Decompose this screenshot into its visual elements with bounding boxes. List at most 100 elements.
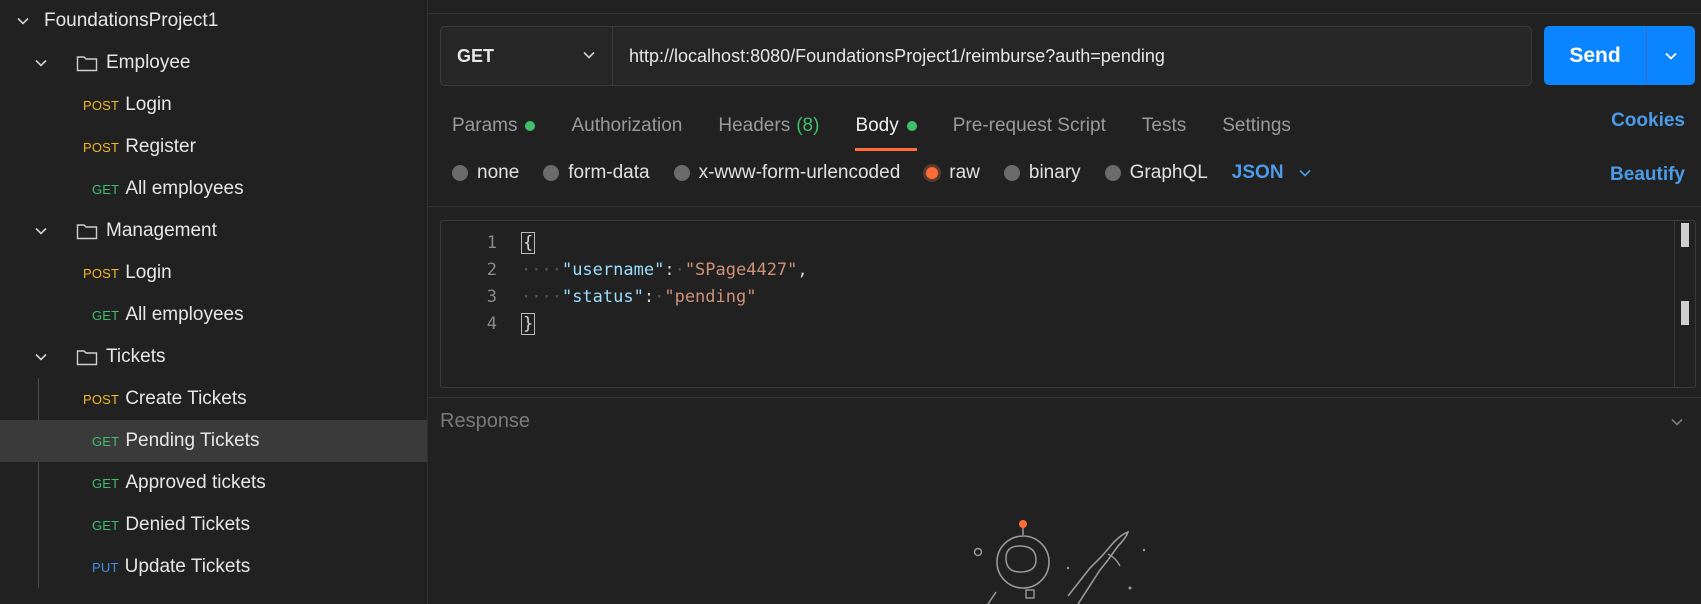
folder-icon xyxy=(76,222,98,240)
method-value: GET xyxy=(457,45,495,66)
tab-label: Settings xyxy=(1222,115,1291,136)
tab-label: Pre-request Script xyxy=(952,115,1106,136)
sidebar-item-employee-register[interactable]: POST Register xyxy=(0,126,427,168)
folder-employee[interactable]: Employee xyxy=(0,42,427,84)
cookies-link[interactable]: Cookies xyxy=(1611,110,1685,132)
sidebar-item-management-all[interactable]: GET All employees xyxy=(0,294,427,336)
code-brace: } xyxy=(521,312,536,335)
json-value: "pending" xyxy=(664,286,757,307)
status-dot xyxy=(906,121,917,131)
sidebar-item-update-tickets[interactable]: PUT Update Tickets xyxy=(0,546,427,588)
sidebar-item-denied-tickets[interactable]: GET Denied Tickets xyxy=(0,504,427,546)
headers-count: (8) xyxy=(796,115,820,136)
radio-button[interactable] xyxy=(452,165,468,181)
request-label: Approved tickets xyxy=(125,472,266,493)
chevron-down-icon[interactable] xyxy=(34,350,48,364)
whitespace-marker: ···· xyxy=(521,286,562,307)
method-select[interactable]: GET xyxy=(441,27,613,85)
divider xyxy=(428,397,1701,398)
collection-name: FoundationsProject1 xyxy=(44,10,219,31)
sidebar-item-approved-tickets[interactable]: GET Approved tickets xyxy=(0,462,427,504)
sidebar-item-management-login[interactable]: POST Login xyxy=(0,252,427,294)
tab-settings[interactable]: Settings xyxy=(1222,115,1291,137)
tab-label: Authorization xyxy=(571,115,683,136)
chevron-down-icon xyxy=(582,46,596,67)
chevron-down-icon xyxy=(1665,52,1677,60)
request-panel: GET http://localhost:8080/FoundationsPro… xyxy=(428,0,1701,604)
tab-body[interactable]: Body xyxy=(855,115,918,151)
body-type-selector: none form-data x-www-form-urlencoded raw… xyxy=(452,162,1312,184)
line-number: 4 xyxy=(486,313,497,334)
tab-label: Tests xyxy=(1141,115,1187,136)
folder-label: Management xyxy=(106,220,217,241)
folder-tickets[interactable]: Tickets xyxy=(0,336,427,378)
send-label: Send xyxy=(1569,43,1621,67)
method-badge: POST xyxy=(83,391,120,407)
language-select[interactable]: JSON xyxy=(1232,162,1312,184)
tab-authorization[interactable]: Authorization xyxy=(571,115,682,137)
body-type-raw[interactable]: raw xyxy=(924,162,980,184)
editor-scrollbar[interactable] xyxy=(1674,221,1695,387)
code-line: 2 ····"username":·"SPage4427", xyxy=(441,256,808,283)
method-badge: GET xyxy=(92,475,120,491)
request-label: Denied Tickets xyxy=(125,514,250,535)
send-button[interactable]: Send xyxy=(1544,26,1695,85)
astronaut-rocket-illustration xyxy=(973,520,1146,604)
sidebar-item-employee-all[interactable]: GET All employees xyxy=(0,168,427,210)
body-type-binary[interactable]: binary xyxy=(1003,162,1081,184)
radio-label: raw xyxy=(949,162,980,183)
body-type-none[interactable]: none xyxy=(452,162,519,184)
sidebar-item-pending-tickets[interactable]: GET Pending Tickets xyxy=(0,420,427,462)
collapse-response-button[interactable] xyxy=(1669,414,1685,435)
sidebar-item-employee-login[interactable]: POST Login xyxy=(0,84,427,126)
radio-label: binary xyxy=(1028,162,1081,183)
divider xyxy=(428,13,1701,14)
url-input[interactable]: http://localhost:8080/FoundationsProject… xyxy=(613,46,1165,67)
url-bar: GET http://localhost:8080/FoundationsPro… xyxy=(440,26,1532,86)
response-title: Response xyxy=(440,410,531,432)
collection-row[interactable]: FoundationsProject1 xyxy=(0,0,427,42)
chevron-down-icon[interactable] xyxy=(34,56,48,70)
line-number: 3 xyxy=(486,286,497,307)
radio-label: form-data xyxy=(568,162,650,183)
sidebar: FoundationsProject1 Employee POST Login … xyxy=(0,0,428,604)
request-label: All employees xyxy=(125,178,244,199)
body-type-graphql[interactable]: GraphQL xyxy=(1104,162,1208,184)
scroll-marker xyxy=(1681,301,1689,325)
code-brace: { xyxy=(521,231,536,254)
radio-button-selected[interactable] xyxy=(926,167,939,179)
line-number: 2 xyxy=(486,259,497,280)
sidebar-item-create-tickets[interactable]: POST Create Tickets xyxy=(0,378,427,420)
tab-headers[interactable]: Headers (8) xyxy=(718,115,819,137)
method-badge: POST xyxy=(83,97,120,113)
body-type-urlencoded[interactable]: x-www-form-urlencoded xyxy=(673,162,901,184)
chevron-down-icon[interactable] xyxy=(16,14,30,28)
tab-tests[interactable]: Tests xyxy=(1142,115,1186,137)
send-options-button[interactable] xyxy=(1647,48,1695,64)
radio-button[interactable] xyxy=(1104,165,1121,181)
folder-icon xyxy=(76,54,98,72)
radio-label: x-www-form-urlencoded xyxy=(698,162,901,183)
tab-params[interactable]: Params xyxy=(452,115,536,137)
radio-button[interactable] xyxy=(543,165,560,181)
code-line: 1 { xyxy=(441,229,536,256)
chevron-down-icon[interactable] xyxy=(34,224,48,238)
radio-label: none xyxy=(477,162,520,183)
request-label: All employees xyxy=(125,304,244,325)
method-badge: GET xyxy=(92,181,120,197)
beautify-button[interactable]: Beautify xyxy=(1610,164,1685,186)
body-type-form-data[interactable]: form-data xyxy=(543,162,650,184)
tab-prerequest-script[interactable]: Pre-request Script xyxy=(953,115,1106,137)
scroll-thumb[interactable] xyxy=(1681,223,1689,247)
request-label: Update Tickets xyxy=(124,556,251,577)
request-label: Login xyxy=(125,262,172,283)
radio-button[interactable] xyxy=(673,165,690,181)
method-badge: GET xyxy=(92,307,120,323)
folder-management[interactable]: Management xyxy=(0,210,427,252)
request-label: Create Tickets xyxy=(125,388,247,409)
body-editor[interactable]: 1 { 2 ····"username":·"SPage4427", 3 ···… xyxy=(440,220,1696,388)
radio-button[interactable] xyxy=(1003,165,1020,181)
method-badge: GET xyxy=(92,433,120,449)
chevron-down-icon xyxy=(1298,169,1311,177)
language-value: JSON xyxy=(1231,162,1284,183)
